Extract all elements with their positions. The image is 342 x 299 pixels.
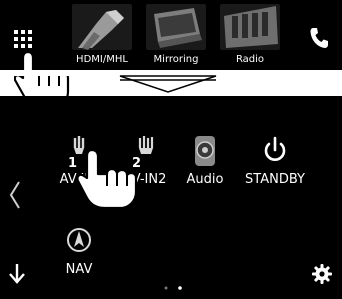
speaker-icon (195, 136, 215, 166)
hdmi-cable-icon (72, 4, 132, 50)
app-standby[interactable]: STANDBY (242, 134, 308, 204)
tap-hand-icon (76, 148, 138, 210)
navigation-icon (67, 228, 91, 252)
down-arrow-icon (119, 75, 217, 93)
source-label: HDMI/MHL (76, 54, 128, 65)
source-label: Mirroring (153, 54, 199, 65)
app-audio[interactable]: Audio (172, 134, 238, 204)
phone-icon[interactable] (308, 26, 330, 50)
home-screen: 1 AV-IN1 2 AV-IN2 Audio STANDBY (0, 96, 342, 299)
source-radio[interactable]: Radio (218, 4, 282, 68)
radio-tuner-icon (220, 4, 280, 50)
app-nav[interactable]: NAV (46, 224, 112, 294)
source-label: Radio (235, 54, 265, 65)
source-mirroring[interactable]: Mirroring (144, 4, 208, 68)
back-arrow-icon[interactable] (8, 262, 26, 284)
gear-icon[interactable] (312, 264, 332, 284)
app-label: STANDBY (245, 172, 305, 187)
grid-menu-icon[interactable] (14, 30, 32, 48)
source-hdmi-mhl[interactable]: HDMI/MHL (70, 4, 134, 68)
page-indicator (164, 286, 182, 290)
mirroring-screen-icon (146, 4, 206, 50)
chevron-left-icon[interactable] (8, 180, 22, 210)
power-icon (264, 136, 286, 161)
app-label: NAV (65, 262, 93, 277)
